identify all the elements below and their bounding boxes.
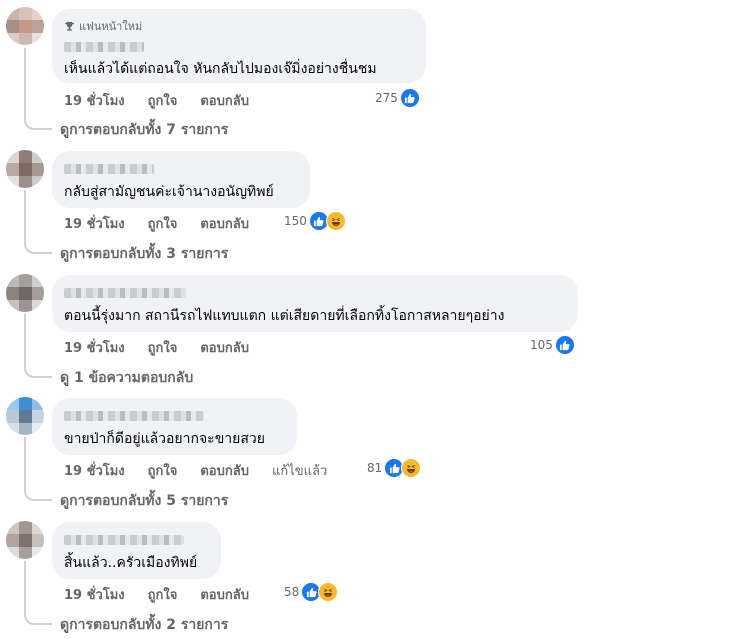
comment-bubble: ขายป่าก็ดีอยู่แล้วอยากจะขายสวย	[52, 398, 297, 455]
comment-bubble: สิ้นแล้ว..ครัวเมืองทิพย์	[52, 522, 221, 579]
reaction-count: 275	[375, 91, 398, 105]
comment-actions: 19 ชั่วโมง ถูกใจ ตอบกลับ	[64, 337, 249, 358]
comment-text: เห็นแล้วได้แต่ถอนใจ หันกลับไปมองเจ๊มิ่งอ…	[64, 61, 377, 77]
avatar[interactable]	[6, 150, 44, 188]
commenter-name[interactable]	[64, 288, 186, 298]
comment-bubble: แฟนหน้าใหม่ เห็นแล้วได้แต่ถอนใจ หันกลับไ…	[52, 9, 426, 83]
comment-actions: 19 ชั่วโมง ถูกใจ ตอบกลับ	[64, 213, 249, 234]
comment-text: ขายป่าก็ดีอยู่แล้วอยากจะขายสวย	[64, 431, 265, 447]
like-button[interactable]: ถูกใจ	[148, 213, 178, 234]
reply-button[interactable]: ตอบกลับ	[200, 90, 249, 111]
thread-line	[24, 190, 52, 254]
reply-button[interactable]: ตอบกลับ	[200, 213, 249, 234]
commenter-name[interactable]	[64, 164, 154, 174]
like-icon	[399, 88, 420, 108]
like-button[interactable]: ถูกใจ	[148, 337, 178, 358]
reaction-count: 81	[367, 461, 383, 475]
avatar[interactable]	[6, 7, 44, 45]
comment-text: ตอนนี้รุ่งมาก สถานีรถไฟแทบแตก แต่เสียดาย…	[64, 308, 505, 324]
commenter-name[interactable]	[64, 411, 204, 421]
avatar[interactable]	[6, 274, 44, 312]
timestamp[interactable]: 19 ชั่วโมง	[64, 460, 125, 481]
haha-icon	[325, 211, 346, 231]
avatar[interactable]	[6, 521, 44, 559]
like-icon	[554, 335, 575, 355]
reaction-count: 58	[284, 585, 300, 599]
like-button[interactable]: ถูกใจ	[148, 90, 178, 111]
trophy-icon	[64, 21, 75, 31]
reaction-count: 150	[284, 214, 307, 228]
like-button[interactable]: ถูกใจ	[148, 584, 178, 605]
timestamp[interactable]: 19 ชั่วโมง	[64, 584, 125, 605]
reaction-summary[interactable]: 58	[284, 582, 339, 602]
comment-bubble: กลับสู่สามัญชนค่ะเจ้านางอนัญทิพย์	[52, 151, 310, 208]
comment-actions: 19 ชั่วโมง ถูกใจ ตอบกลับ	[64, 90, 249, 111]
thread-line	[24, 437, 52, 501]
thread-line	[24, 48, 52, 130]
comment-actions: 19 ชั่วโมง ถูกใจ ตอบกลับ	[64, 584, 249, 605]
comment-text: สิ้นแล้ว..ครัวเมืองทิพย์	[64, 555, 198, 571]
view-replies-link[interactable]: ดูการตอบกลับทั้ง 5 รายการ	[60, 490, 228, 512]
view-replies-link[interactable]: ดูการตอบกลับทั้ง 7 รายการ	[60, 119, 228, 141]
timestamp[interactable]: 19 ชั่วโมง	[64, 337, 125, 358]
reaction-summary[interactable]: 81	[367, 458, 422, 478]
reaction-count: 105	[530, 338, 553, 352]
comment-actions: 19 ชั่วโมง ถูกใจ ตอบกลับ แก้ไขแล้ว	[64, 460, 327, 481]
timestamp[interactable]: 19 ชั่วโมง	[64, 90, 125, 111]
thread-line	[24, 561, 52, 625]
view-replies-link[interactable]: ดูการตอบกลับทั้ง 2 รายการ	[60, 614, 228, 636]
haha-icon	[401, 458, 422, 478]
avatar[interactable]	[6, 397, 44, 435]
reply-button[interactable]: ตอบกลับ	[200, 584, 249, 605]
view-replies-link[interactable]: ดู 1 ข้อความตอบกลับ	[60, 367, 193, 389]
thread-line	[24, 314, 52, 378]
reaction-summary[interactable]: 105	[530, 335, 575, 355]
like-button[interactable]: ถูกใจ	[148, 460, 178, 481]
reply-button[interactable]: ตอบกลับ	[200, 337, 249, 358]
badge-label: แฟนหน้าใหม่	[79, 20, 143, 33]
commenter-name[interactable]	[64, 42, 144, 52]
reaction-summary[interactable]: 275	[375, 88, 420, 108]
reply-button[interactable]: ตอบกลับ	[200, 460, 249, 481]
haha-icon	[318, 582, 339, 602]
comment-text: กลับสู่สามัญชนค่ะเจ้านางอนัญทิพย์	[64, 184, 274, 200]
reaction-summary[interactable]: 150	[284, 211, 346, 231]
comment-bubble: ตอนนี้รุ่งมาก สถานีรถไฟแทบแตก แต่เสียดาย…	[52, 275, 578, 332]
view-replies-link[interactable]: ดูการตอบกลับทั้ง 3 รายการ	[60, 243, 228, 265]
timestamp[interactable]: 19 ชั่วโมง	[64, 213, 125, 234]
fan-badge: แฟนหน้าใหม่	[64, 17, 142, 35]
edited-label[interactable]: แก้ไขแล้ว	[272, 460, 327, 481]
commenter-name[interactable]	[64, 535, 184, 545]
